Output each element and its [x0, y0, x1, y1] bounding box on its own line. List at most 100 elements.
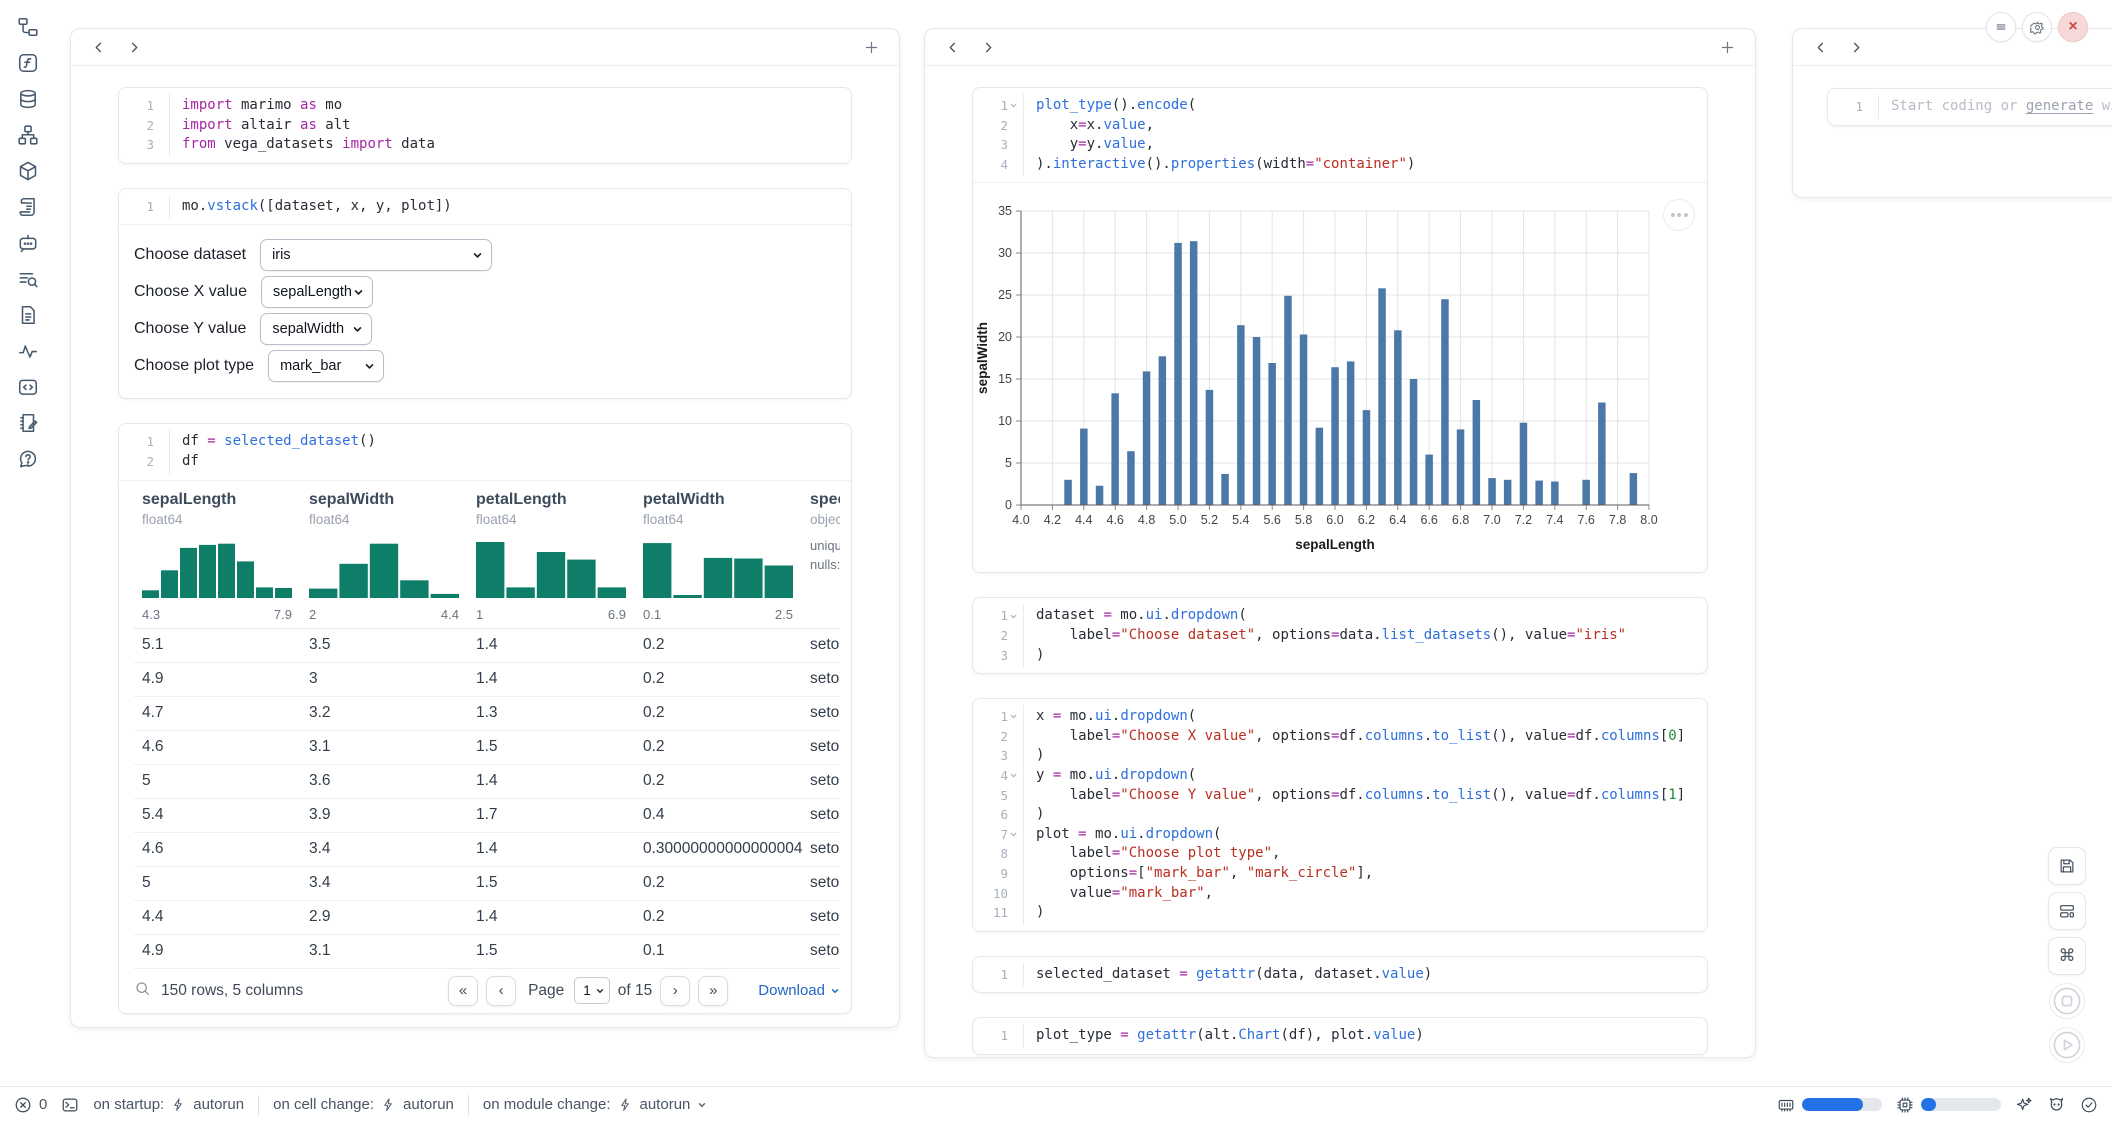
- cell-dataframe[interactable]: 1df = selected_dataset()2df sepalLengthf…: [118, 423, 852, 1013]
- code-line[interactable]: 1dataset = mo.ui.dropdown(: [973, 606, 1707, 626]
- choose-plot-type-select[interactable]: mark_bar: [268, 350, 384, 382]
- sidebar-file-tree-button[interactable]: [17, 16, 39, 38]
- chevron-left-icon[interactable]: [87, 36, 109, 58]
- search-icon[interactable]: [134, 980, 151, 1002]
- save-button[interactable]: [2048, 847, 2086, 885]
- choose-dataset-select[interactable]: iris: [260, 239, 492, 271]
- settings-gear-button[interactable]: [2022, 12, 2052, 42]
- run-button[interactable]: [2049, 1027, 2085, 1063]
- chevron-right-icon[interactable]: [123, 36, 145, 58]
- code-line[interactable]: 10 value="mark_bar",: [973, 884, 1707, 904]
- empty-cell[interactable]: 1 Start coding or generate with: [1827, 88, 2112, 126]
- choose-x-value-select[interactable]: sepalLength: [261, 276, 373, 308]
- column-histogram[interactable]: [476, 536, 626, 598]
- sidebar-package-button[interactable]: [17, 160, 39, 182]
- errors-indicator[interactable]: 0: [14, 1096, 47, 1114]
- table-row[interactable]: 4.93.11.50.1setosa: [134, 935, 840, 969]
- prev-page-button[interactable]: ‹: [486, 976, 516, 1006]
- menu-button[interactable]: [1986, 12, 2016, 42]
- code-line[interactable]: 1df = selected_dataset(): [119, 432, 851, 452]
- column-header-petalLength[interactable]: petalLengthfloat6416.9: [468, 491, 635, 622]
- table-row[interactable]: 53.41.50.2setosa: [134, 867, 840, 901]
- code-line[interactable]: 3 y=y.value,: [973, 135, 1707, 155]
- code-line[interactable]: 2 x=x.value,: [973, 116, 1707, 136]
- code-line[interactable]: 2import altair as alt: [119, 116, 851, 136]
- code-line[interactable]: 1plot_type().encode(: [973, 96, 1707, 116]
- chevron-left-icon[interactable]: [1809, 36, 1831, 58]
- cell-vstack[interactable]: 1mo.vstack([dataset, x, y, plot]) Choose…: [118, 188, 852, 400]
- download-button[interactable]: Download: [758, 982, 840, 999]
- memory-usage[interactable]: [1777, 1096, 1882, 1114]
- cell-placeholder[interactable]: Start coding or generate with: [1878, 97, 2112, 117]
- sidebar-search-list-button[interactable]: [17, 268, 39, 290]
- last-page-button[interactable]: »: [698, 976, 728, 1006]
- add-cell-button[interactable]: [1715, 35, 1739, 59]
- column-histogram[interactable]: [309, 536, 459, 598]
- code-line[interactable]: 9 options=["mark_bar", "mark_circle"],: [973, 864, 1707, 884]
- column-header-species[interactable]: speciesobjectuniquenulls:: [802, 491, 840, 622]
- sidebar-function-button[interactable]: [17, 52, 39, 74]
- feedback-cat-button[interactable]: [2047, 1095, 2066, 1114]
- code-line[interactable]: 6): [973, 805, 1707, 825]
- code-line[interactable]: 1import marimo as mo: [119, 96, 851, 116]
- table-row[interactable]: 5.43.91.70.4setosa: [134, 799, 840, 833]
- page-select[interactable]: 1: [574, 977, 610, 1004]
- code-line[interactable]: 4).interactive().properties(width="conta…: [973, 155, 1707, 175]
- cell-plot-type[interactable]: 1plot_type = getattr(alt.Chart(df), plot…: [972, 1017, 1708, 1055]
- sidebar-hierarchy-button[interactable]: [17, 124, 39, 146]
- code-line[interactable]: 5 label="Choose Y value", options=df.col…: [973, 786, 1707, 806]
- add-cell-button[interactable]: [859, 35, 883, 59]
- cell-xy-dropdowns[interactable]: 1x = mo.ui.dropdown(2 label="Choose X va…: [972, 698, 1708, 932]
- chevron-right-icon[interactable]: [977, 36, 999, 58]
- terminal-button[interactable]: [61, 1096, 79, 1114]
- sidebar-script-button[interactable]: [17, 196, 39, 218]
- sidebar-activity-button[interactable]: [17, 340, 39, 362]
- code-line[interactable]: 3): [973, 646, 1707, 666]
- code-line[interactable]: 4y = mo.ui.dropdown(: [973, 766, 1707, 786]
- sidebar-code-button[interactable]: [17, 376, 39, 398]
- first-page-button[interactable]: «: [448, 976, 478, 1006]
- autorun-setting-2[interactable]: on module change:autorun: [483, 1096, 707, 1113]
- code-line[interactable]: 1mo.vstack([dataset, x, y, plot]): [119, 197, 851, 217]
- code-line[interactable]: 1selected_dataset = getattr(data, datase…: [973, 965, 1707, 985]
- table-row[interactable]: 53.61.40.2setosa: [134, 765, 840, 799]
- autorun-setting-1[interactable]: on cell change:autorun: [273, 1096, 454, 1113]
- column-header-sepalLength[interactable]: sepalLengthfloat644.37.9: [134, 491, 301, 622]
- code-line[interactable]: 8 label="Choose plot type",: [973, 844, 1707, 864]
- keyboard-shortcuts-button[interactable]: ⌘: [2048, 937, 2086, 975]
- layout-button[interactable]: [2048, 892, 2086, 930]
- table-row[interactable]: 4.931.40.2setosa: [134, 663, 840, 697]
- sidebar-notebook-button[interactable]: [17, 412, 39, 434]
- ai-assistant-button[interactable]: [2015, 1096, 2033, 1114]
- code-line[interactable]: 2 label="Choose dataset", options=data.l…: [973, 626, 1707, 646]
- sidebar-help-button[interactable]: [17, 448, 39, 470]
- code-line[interactable]: 7plot = mo.ui.dropdown(: [973, 825, 1707, 845]
- cell-dataset-dropdown[interactable]: 1dataset = mo.ui.dropdown(2 label="Choos…: [972, 597, 1708, 674]
- chevron-right-icon[interactable]: [1845, 36, 1867, 58]
- next-page-button[interactable]: ›: [660, 976, 690, 1006]
- bar-chart[interactable]: 4.04.24.44.64.85.05.25.45.65.86.06.26.46…: [975, 203, 1707, 560]
- table-row[interactable]: 5.13.51.40.2setosa: [134, 629, 840, 663]
- code-line[interactable]: 3): [973, 746, 1707, 766]
- sidebar-chat-bot-button[interactable]: [17, 232, 39, 254]
- chevron-left-icon[interactable]: [941, 36, 963, 58]
- cell-imports[interactable]: 1import marimo as mo2import altair as al…: [118, 87, 852, 164]
- sidebar-database-button[interactable]: [17, 88, 39, 110]
- sidebar-document-button[interactable]: [17, 304, 39, 326]
- close-button[interactable]: ×: [2058, 12, 2088, 42]
- cell-selected-dataset[interactable]: 1selected_dataset = getattr(data, datase…: [972, 956, 1708, 994]
- code-line[interactable]: 3from vega_datasets import data: [119, 135, 851, 155]
- table-row[interactable]: 4.73.21.30.2setosa: [134, 697, 840, 731]
- code-line[interactable]: 1x = mo.ui.dropdown(: [973, 707, 1707, 727]
- column-header-sepalWidth[interactable]: sepalWidthfloat6424.4: [301, 491, 468, 622]
- code-line[interactable]: 11): [973, 903, 1707, 923]
- code-line[interactable]: 2df: [119, 452, 851, 472]
- cell-chart[interactable]: 1plot_type().encode(2 x=x.value,3 y=y.va…: [972, 87, 1708, 573]
- autorun-setting-0[interactable]: on startup:autorun: [93, 1096, 244, 1113]
- table-row[interactable]: 4.63.11.50.2setosa: [134, 731, 840, 765]
- code-line[interactable]: 1plot_type = getattr(alt.Chart(df), plot…: [973, 1026, 1707, 1046]
- stop-button[interactable]: [2049, 983, 2085, 1019]
- column-header-petalWidth[interactable]: petalWidthfloat640.12.5: [635, 491, 802, 622]
- connection-status[interactable]: [2080, 1096, 2098, 1114]
- column-histogram[interactable]: [142, 536, 292, 598]
